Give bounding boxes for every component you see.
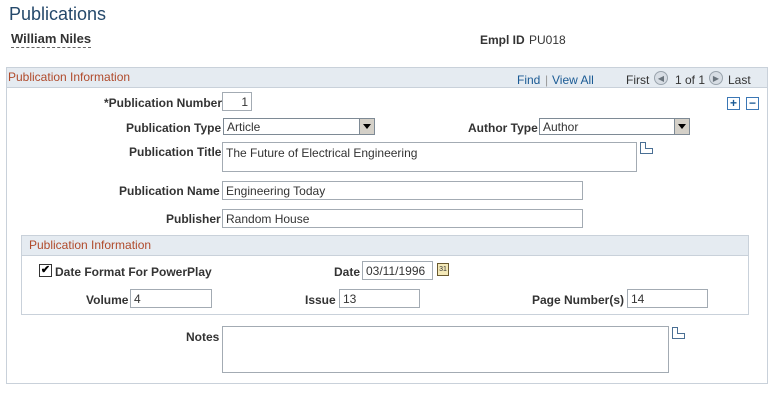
volume-label: Volume xyxy=(86,293,129,307)
date-format-checkbox[interactable]: ✔ xyxy=(39,264,52,277)
author-type-select[interactable]: Author xyxy=(539,118,690,135)
page-numbers-field[interactable]: 14 xyxy=(627,289,708,308)
add-row-button[interactable]: + xyxy=(727,97,740,110)
grid-title: Publication Information xyxy=(8,70,131,84)
find-link[interactable]: Find xyxy=(517,73,540,87)
empl-id-label: Empl ID xyxy=(480,33,525,47)
chevron-down-icon xyxy=(359,119,374,134)
publication-name-label: Publication Name xyxy=(119,184,220,198)
author-type-value: Author xyxy=(543,120,579,134)
author-type-label: Author Type xyxy=(468,121,538,135)
publication-title-field[interactable]: The Future of Electrical Engineering xyxy=(222,142,637,172)
previous-row-icon[interactable]: ◀ xyxy=(654,71,668,85)
expand-text-icon[interactable] xyxy=(640,142,653,154)
nav-separator: | xyxy=(545,73,549,87)
chevron-down-icon xyxy=(674,119,689,134)
publication-info-title: Publication Information xyxy=(29,238,152,252)
notes-field[interactable] xyxy=(222,326,669,373)
publication-title-label: Publication Title xyxy=(129,145,222,159)
publication-type-label: Publication Type xyxy=(126,121,222,135)
expand-notes-icon[interactable] xyxy=(672,327,685,339)
next-row-icon[interactable]: ▶ xyxy=(709,71,723,85)
notes-label: Notes xyxy=(186,330,220,344)
issue-label: Issue xyxy=(305,293,336,307)
page-title: Publications xyxy=(9,4,107,24)
publisher-field[interactable]: Random House xyxy=(222,209,583,228)
first-label: First xyxy=(626,73,650,87)
view-all-link[interactable]: View All xyxy=(552,73,594,87)
page-numbers-label: Page Number(s) xyxy=(532,293,625,307)
volume-field[interactable]: 4 xyxy=(130,289,212,308)
publication-type-value: Article xyxy=(227,120,261,134)
employee-name[interactable]: William Niles xyxy=(11,31,92,48)
publisher-label: Publisher xyxy=(166,212,221,226)
publication-number-label: *Publication Number xyxy=(104,96,223,110)
publication-name-field[interactable]: Engineering Today xyxy=(222,181,583,200)
date-format-label: Date Format For PowerPlay xyxy=(55,265,212,279)
issue-field[interactable]: 13 xyxy=(339,289,420,308)
row-position: 1 of 1 xyxy=(675,73,706,87)
publication-type-select[interactable]: Article xyxy=(223,118,375,135)
empl-id-value: PU018 xyxy=(529,33,566,47)
publication-number-field[interactable]: 1 xyxy=(222,92,252,111)
date-label: Date xyxy=(334,265,361,279)
calendar-icon[interactable]: 31 xyxy=(437,263,449,276)
date-field[interactable]: 03/11/1996 xyxy=(362,261,433,280)
delete-row-button[interactable]: − xyxy=(746,97,759,110)
last-label: Last xyxy=(728,73,751,87)
